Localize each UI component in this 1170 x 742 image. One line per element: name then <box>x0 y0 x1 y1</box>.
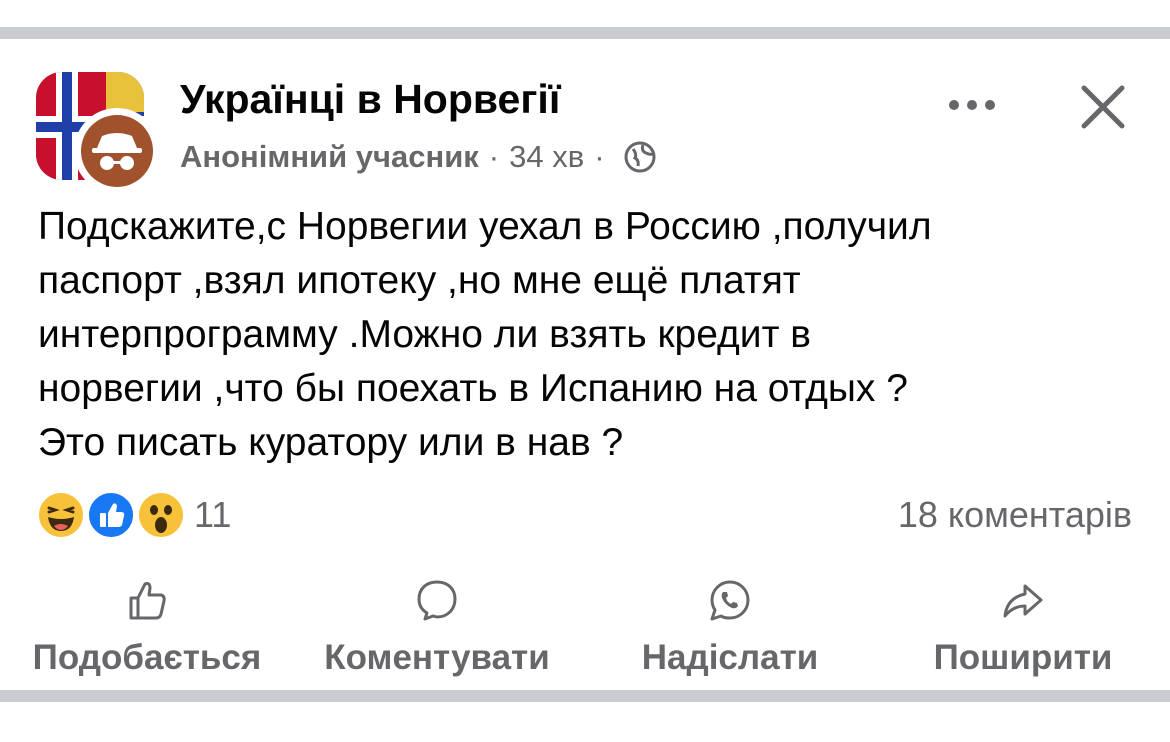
share-arrow-icon <box>1003 584 1043 618</box>
comment-bubble-icon <box>417 580 457 621</box>
globe-icon <box>624 141 656 173</box>
post-meta: Анонімний учасник · 34 хв · <box>180 139 657 175</box>
post-body-line: норвегии ,что бы поехать в Испанию на от… <box>38 367 908 410</box>
like-label: Подобається <box>32 638 262 677</box>
close-icon <box>1081 85 1125 129</box>
whatsapp-icon <box>710 580 750 621</box>
more-horizontal-icon <box>949 100 995 110</box>
anonymous-member-icon <box>77 111 157 191</box>
post-time[interactable]: 34 хв <box>509 139 584 175</box>
group-avatar[interactable] <box>36 72 160 194</box>
bottom-separator <box>0 690 1170 702</box>
meta-separator: · <box>488 139 500 174</box>
comment-label: Коментувати <box>324 638 550 677</box>
meta-separator: · <box>594 139 605 174</box>
group-name[interactable]: Українці в Норвегії <box>180 76 560 123</box>
hide-post-button[interactable] <box>1078 82 1128 132</box>
post-actions-bar: Подобається Коментувати Надіслати Пошири… <box>0 578 1170 678</box>
comment-button[interactable]: Коментувати <box>306 578 568 678</box>
reactions-count: 11 <box>194 494 232 535</box>
comments-count[interactable]: 18 коментарів <box>898 494 1132 536</box>
post-body-line: Это писать куратору или в нав ? <box>38 421 624 464</box>
post-body-line: интерпрограмму .Можно ли взять кредит в <box>38 313 812 356</box>
post-body-line: Подскажите,с Норвегии уехал в Россию ,по… <box>38 205 932 248</box>
anonymous-badge <box>74 108 160 194</box>
share-label: Поширити <box>933 638 1113 677</box>
share-button[interactable]: Поширити <box>912 578 1134 678</box>
like-reaction-icon <box>86 490 136 540</box>
wow-reaction-icon <box>136 490 186 540</box>
more-options-button[interactable] <box>944 90 1000 120</box>
top-separator <box>0 27 1170 39</box>
haha-reaction-icon <box>36 490 86 540</box>
send-button[interactable]: Надіслати <box>624 578 836 678</box>
post-body: Подскажите,с Норвегии уехал в Россию ,по… <box>38 200 1138 470</box>
send-label: Надіслати <box>641 638 819 677</box>
post-body-line: паспорт ,взял ипотеку ,но мне ещё платят <box>38 259 801 302</box>
like-button[interactable]: Подобається <box>20 578 274 678</box>
thumbs-up-icon <box>129 582 166 620</box>
reaction-icons <box>36 490 188 540</box>
author-name[interactable]: Анонімний учасник <box>180 139 479 175</box>
reactions-summary[interactable]: 11 <box>36 490 231 540</box>
